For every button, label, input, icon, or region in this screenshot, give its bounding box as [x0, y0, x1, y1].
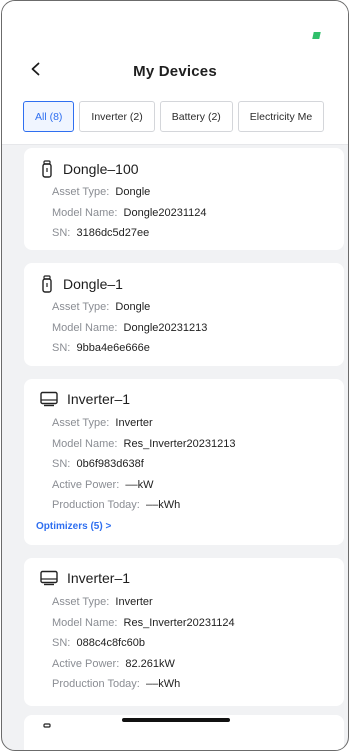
battery-icon: [312, 32, 321, 39]
device-card[interactable]: Inverter–1 Asset Type: Inverter Model Na…: [24, 379, 344, 545]
navigation-bar: My Devices: [2, 49, 348, 93]
model-name-row: Model Name: Res_Inverter20231124: [52, 616, 235, 629]
sn-row: SN: 3186dc5d27ee: [52, 227, 150, 239]
home-indicator: [122, 718, 230, 722]
device-name: Inverter–1: [67, 570, 131, 586]
production-today-row: Production Today: ––kWh: [52, 499, 181, 511]
device-card[interactable]: Dongle–100 Asset Type: Dongle Model Name…: [24, 148, 344, 250]
device-name: Dongle–1: [63, 276, 123, 292]
tab-all[interactable]: All (8): [23, 101, 75, 132]
inverter-icon: [40, 391, 58, 407]
tab-inverter[interactable]: Inverter (2): [79, 101, 155, 132]
model-name-row: Model Name: Dongle20231213: [52, 321, 208, 334]
dongle-icon: [42, 275, 52, 293]
asset-type-row: Asset Type: Inverter: [52, 417, 153, 429]
dongle-icon: [43, 723, 51, 728]
device-card[interactable]: Dongle–1 Asset Type: Dongle Model Name: …: [24, 263, 344, 366]
asset-type-row: Asset Type: Dongle: [52, 301, 151, 313]
active-power-row: Active Power: 82.261kW: [52, 657, 175, 670]
device-name: Inverter–1: [67, 391, 131, 407]
device-card[interactable]: Inverter–1 Asset Type: Inverter Model Na…: [24, 558, 344, 706]
inverter-icon: [40, 570, 58, 586]
production-today-row: Production Today: ––kWh: [52, 678, 181, 690]
model-name-row: Model Name: Res_Inverter20231213: [52, 437, 236, 450]
asset-type-row: Asset Type: Dongle: [52, 186, 151, 198]
asset-type-row: Asset Type: Inverter: [52, 596, 153, 608]
sn-row: SN: 9bba4e6e666e: [52, 342, 150, 354]
phone-screen: My Devices All (8) Inverter (2) Battery …: [1, 0, 349, 751]
page-title: My Devices: [133, 63, 217, 80]
optimizers-link[interactable]: Optimizers (5) >: [36, 521, 111, 532]
tab-electricity-meter[interactable]: Electricity Me: [237, 101, 325, 132]
filter-tabs: All (8) Inverter (2) Battery (2) Electri…: [2, 93, 348, 145]
status-bar: [2, 1, 348, 49]
dongle-icon: [42, 160, 52, 178]
device-name: Dongle–100: [63, 161, 139, 177]
active-power-row: Active Power: ––kW: [52, 478, 154, 491]
model-name-row: Model Name: Dongle20231124: [52, 206, 207, 219]
sn-row: SN: 088c4c8fc60b: [52, 637, 145, 649]
sn-row: SN: 0b6f983d638f: [52, 458, 144, 470]
tab-battery[interactable]: Battery (2): [159, 101, 233, 132]
